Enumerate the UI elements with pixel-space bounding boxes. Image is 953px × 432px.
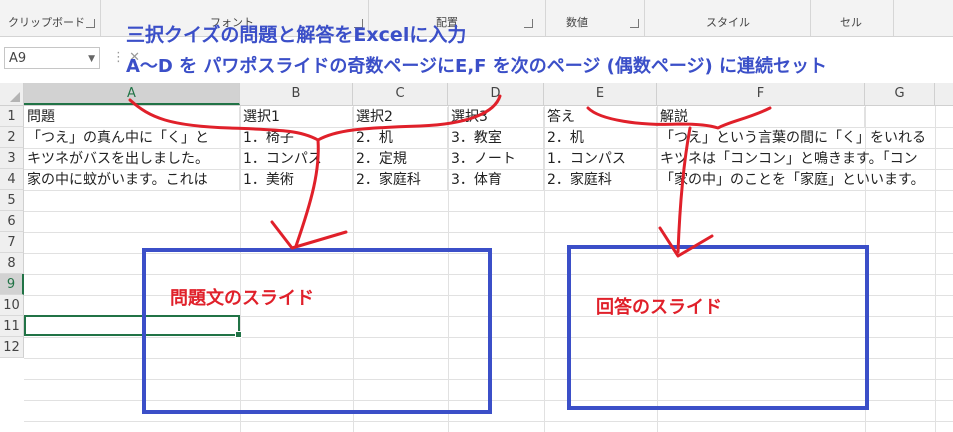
brace-e-to-f: [586, 106, 772, 130]
arrowhead-answer: [658, 226, 714, 258]
brace-a-to-d: [128, 94, 502, 142]
annotation-drawings: [128, 94, 772, 258]
arrow-to-answer-box: [676, 126, 692, 254]
arrow-to-question-box: [294, 138, 320, 248]
arrowhead-question: [270, 220, 348, 250]
